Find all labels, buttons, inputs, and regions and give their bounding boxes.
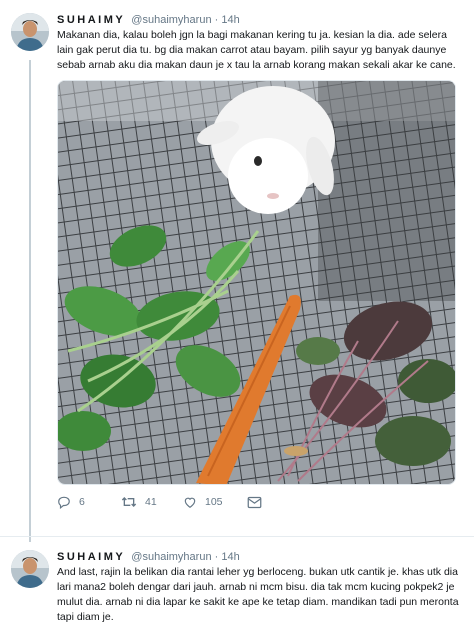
like-count: 105: [205, 496, 223, 508]
retweet-count: 41: [145, 496, 157, 508]
timestamp[interactable]: 14h: [221, 14, 239, 26]
like-button[interactable]: 105: [183, 495, 247, 509]
separator-dot: ·: [214, 14, 219, 26]
timestamp[interactable]: 14h: [221, 551, 239, 563]
reply-button[interactable]: 6: [57, 495, 121, 509]
avatar-photo-icon: [11, 550, 49, 588]
separator-dot: ·: [214, 551, 219, 563]
direct-message-button[interactable]: [247, 496, 262, 509]
tweet-thread: SUHAIMY @suhaimyharun · 14h Makanan dia,…: [0, 0, 474, 628]
reply-icon: [58, 496, 70, 509]
display-name[interactable]: SUHAIMY: [57, 14, 125, 26]
display-name[interactable]: SUHAIMY: [57, 551, 125, 563]
tweet-photo[interactable]: [57, 80, 456, 485]
rabbit-photo-image: [58, 81, 455, 484]
tweet-header: SUHAIMY @suhaimyharun · 14h: [57, 537, 460, 564]
tweet-text: And last, rajin la belikan dia rantai le…: [57, 566, 459, 623]
retweet-icon: [121, 497, 137, 507]
tweet-actions: 6 41 105: [57, 487, 460, 517]
user-avatar[interactable]: [11, 13, 49, 51]
tweet-header: SUHAIMY @suhaimyharun · 14h: [57, 0, 460, 27]
reply-count: 6: [79, 496, 85, 508]
avatar-photo-icon: [11, 13, 49, 51]
user-handle[interactable]: @suhaimyharun: [131, 551, 211, 563]
heart-icon: [184, 497, 196, 508]
user-avatar[interactable]: [11, 550, 49, 588]
envelope-icon: [247, 496, 262, 508]
user-handle[interactable]: @suhaimyharun: [131, 14, 211, 26]
tweet[interactable]: SUHAIMY @suhaimyharun · 14h And last, ra…: [0, 536, 474, 628]
retweet-button[interactable]: 41: [121, 495, 183, 509]
tweet[interactable]: SUHAIMY @suhaimyharun · 14h Makanan dia,…: [0, 0, 474, 536]
tweet-text: Makanan dia, kalau boleh jgn la bagi mak…: [57, 29, 456, 71]
